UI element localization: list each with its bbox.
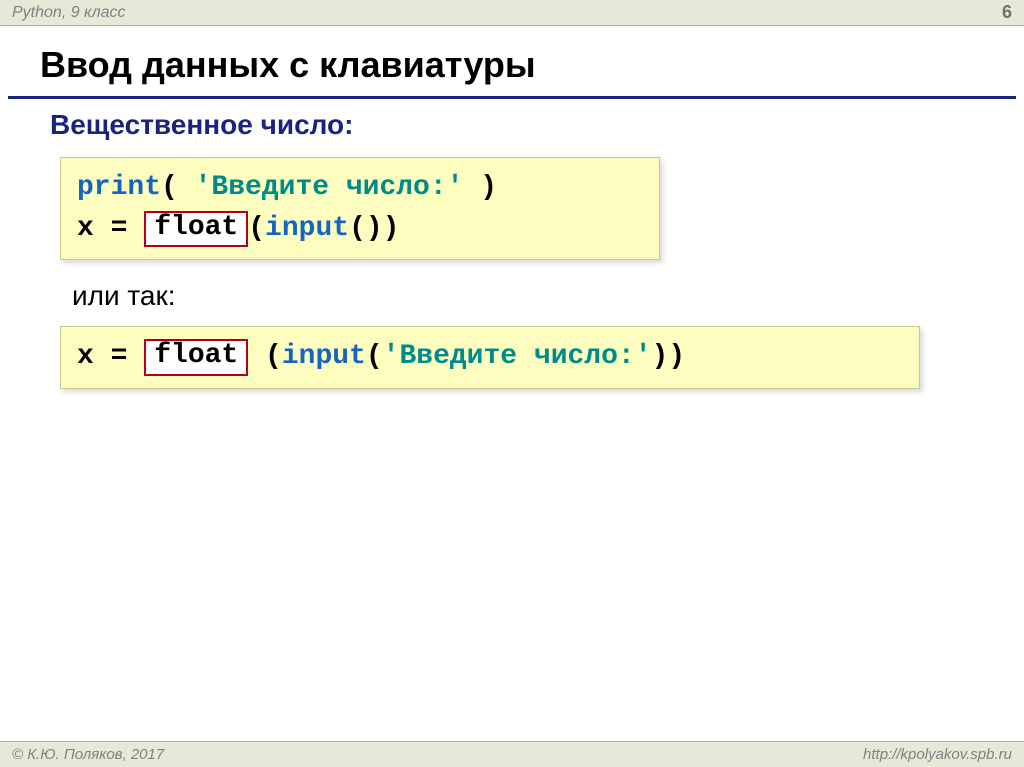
- float-box: float: [144, 339, 248, 376]
- subtitle: Вещественное число:: [0, 99, 1024, 151]
- code-line-1: print( 'Введите число:' ): [77, 168, 643, 209]
- page-number: 6: [1002, 2, 1012, 23]
- header-left: Python, 9 класс: [12, 4, 126, 22]
- code-block-2: x = float (input('Введите число:')): [60, 326, 920, 389]
- or-text: или так:: [0, 266, 1024, 320]
- string-literal: 'Введите число:': [195, 172, 464, 203]
- keyword-print: print: [77, 172, 161, 203]
- code-block-1: print( 'Введите число:' ) x = float(inpu…: [60, 157, 660, 260]
- keyword-input: input: [265, 213, 349, 244]
- slide-footer: © К.Ю. Поляков, 2017 http://kpolyakov.sp…: [0, 741, 1024, 767]
- code-line-2: x = float(input()): [77, 209, 643, 250]
- footer-url: http://kpolyakov.spb.ru: [863, 746, 1012, 763]
- float-box: float: [144, 211, 248, 248]
- string-literal: 'Введите число:': [383, 341, 652, 372]
- keyword-input: input: [282, 341, 366, 372]
- page-title: Ввод данных с клавиатуры: [0, 26, 1024, 96]
- slide-header: Python, 9 класс 6: [0, 0, 1024, 26]
- footer-copyright: © К.Ю. Поляков, 2017: [12, 746, 164, 763]
